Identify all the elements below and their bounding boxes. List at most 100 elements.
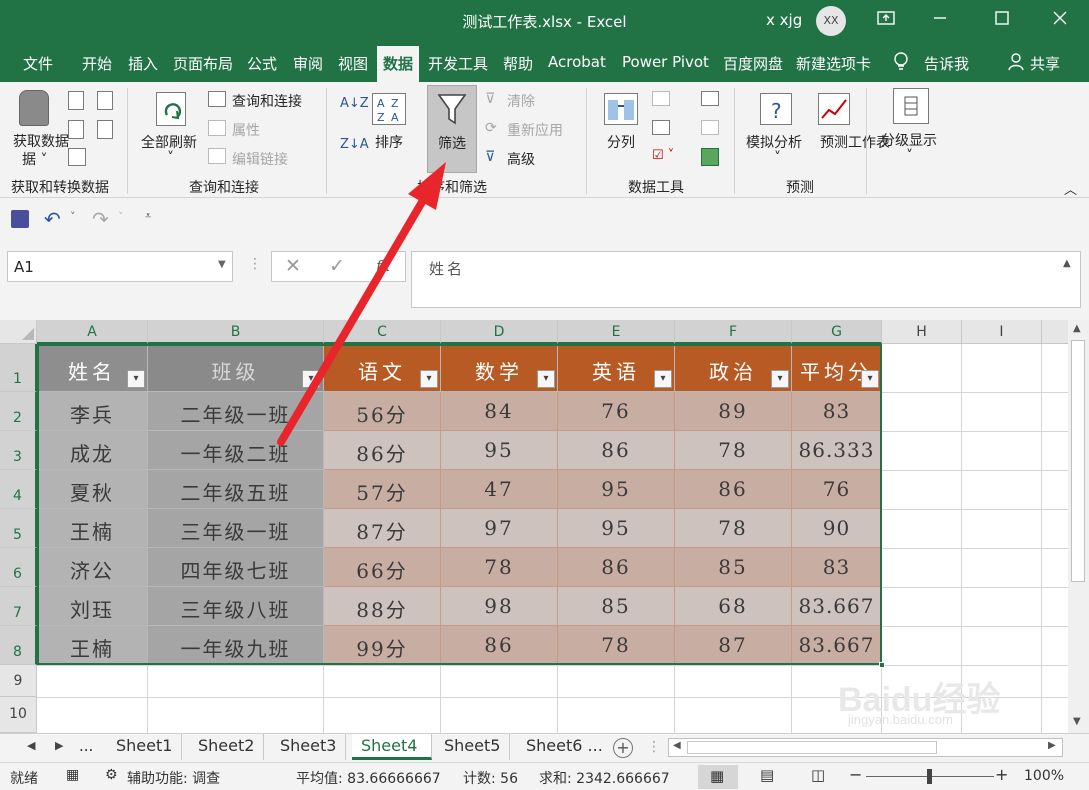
table-cell[interactable]: 86分 <box>324 431 441 470</box>
outline-dropdown[interactable]: ˅ <box>906 148 913 164</box>
table-cell[interactable]: 90 <box>792 509 882 548</box>
tab-baidu-netdisk[interactable]: 百度网盘 <box>723 53 783 74</box>
table-cell[interactable]: 一年级二班 <box>148 431 324 470</box>
formula-input[interactable]: 姓名 ▲ <box>411 251 1081 308</box>
queries-icon[interactable] <box>208 91 226 107</box>
tab-view[interactable]: 视图 <box>338 53 368 74</box>
person-icon[interactable] <box>1008 52 1026 76</box>
table-cell[interactable]: 76 <box>792 470 882 509</box>
fill-handle[interactable] <box>879 662 885 668</box>
table-cell[interactable]: 84 <box>441 392 558 431</box>
from-text-icon[interactable] <box>68 91 84 110</box>
page-layout-view-icon[interactable]: ▤ <box>760 766 774 784</box>
text-to-columns-button[interactable]: 分列 <box>607 132 635 152</box>
filter-dropdown-icon[interactable]: ▾ <box>861 370 879 388</box>
tab-review[interactable]: 审阅 <box>293 53 323 74</box>
zoom-in-icon[interactable]: + <box>995 765 1008 784</box>
scroll-up-icon[interactable]: ▲ <box>1073 323 1081 334</box>
get-data-button[interactable]: 获取数据 <box>13 131 69 151</box>
table-cell[interactable]: 四年级七班 <box>148 548 324 587</box>
table-cell[interactable]: 86.333 <box>792 431 882 470</box>
sheet-tab-active[interactable]: Sheet4 <box>352 734 432 760</box>
column-header-b[interactable]: B <box>148 320 324 344</box>
user-name[interactable]: x xjg <box>766 11 802 29</box>
page-break-view-icon[interactable]: ◫ <box>811 766 825 784</box>
table-cell[interactable]: 89 <box>675 392 792 431</box>
worksheet-grid[interactable]: A B C D E F G H I 1 2 3 4 5 6 7 8 9 10 姓… <box>0 320 1068 733</box>
tab-power-pivot[interactable]: Power Pivot <box>622 53 709 71</box>
text-to-columns-icon[interactable] <box>604 93 638 125</box>
table-cell[interactable]: 王楠 <box>37 626 148 665</box>
prev-sheet-icon[interactable]: ◀ <box>27 739 35 752</box>
row-header-7[interactable]: 7 <box>0 587 37 626</box>
add-sheet-icon[interactable]: + <box>613 738 633 758</box>
more-sheets-left[interactable]: ... <box>79 737 93 755</box>
remove-duplicates-icon[interactable] <box>652 120 670 135</box>
sort-asc-icon[interactable]: A↓Z <box>340 96 369 111</box>
insert-function-icon[interactable]: fx <box>376 257 390 275</box>
table-cell[interactable]: 86 <box>441 626 558 665</box>
sheet-tab[interactable]: Sheet6 ... <box>517 734 612 760</box>
vertical-scrollbar[interactable]: ▲ ▼ <box>1068 320 1089 733</box>
data-model-icon[interactable] <box>701 148 719 166</box>
sort-button[interactable]: 排序 <box>375 132 403 152</box>
table-cell[interactable]: 李兵 <box>37 392 148 431</box>
advanced-button[interactable]: 高级 <box>507 149 535 169</box>
tab-split-grip-icon[interactable]: ⋮ <box>647 739 661 755</box>
table-cell[interactable]: 87分 <box>324 509 441 548</box>
accessibility-icon[interactable]: ⚙ <box>105 767 118 783</box>
filter-dropdown-icon[interactable]: ▾ <box>127 370 145 388</box>
table-cell[interactable]: 三年级一班 <box>148 509 324 548</box>
table-cell[interactable]: 王楠 <box>37 509 148 548</box>
table-cell[interactable]: 99分 <box>324 626 441 665</box>
macro-record-icon[interactable]: ▦ <box>66 767 79 783</box>
table-cell[interactable]: 二年级五班 <box>148 470 324 509</box>
column-header-g[interactable]: G <box>792 320 882 344</box>
table-cell[interactable]: 76 <box>558 392 675 431</box>
from-table-icon[interactable] <box>68 120 84 139</box>
customize-qat-icon[interactable]: ⩡ <box>145 209 151 223</box>
recent-sources-icon[interactable] <box>97 120 113 139</box>
table-cell[interactable]: 78 <box>441 548 558 587</box>
table-cell[interactable]: 98 <box>441 587 558 626</box>
avatar[interactable]: XX <box>816 6 846 36</box>
cancel-icon[interactable]: ✕ <box>285 255 301 277</box>
share-button[interactable]: 共享 <box>1030 53 1060 74</box>
table-cell[interactable]: 78 <box>675 509 792 548</box>
tab-home[interactable]: 开始 <box>82 53 112 74</box>
status-count[interactable]: 计数: 56 <box>463 768 518 788</box>
table-cell[interactable]: 68 <box>675 587 792 626</box>
data-validation-icon[interactable]: ☑ ˅ <box>652 148 674 163</box>
zoom-level[interactable]: 100% <box>1024 768 1064 784</box>
lightbulb-icon[interactable] <box>892 51 910 75</box>
table-cell[interactable]: 三年级八班 <box>148 587 324 626</box>
table-cell[interactable]: 95 <box>558 470 675 509</box>
refresh-all-dropdown[interactable]: ˅ <box>167 150 174 166</box>
sheet-tab[interactable]: Sheet3 <box>271 734 347 760</box>
sheet-tab[interactable]: Sheet1 <box>107 734 183 760</box>
status-average[interactable]: 平均值: 83.66666667 <box>296 768 441 788</box>
refresh-all-button[interactable]: 全部刷新 <box>141 132 197 152</box>
row-header-5[interactable]: 5 <box>0 509 37 548</box>
forecast-icon[interactable] <box>818 93 850 125</box>
existing-connections-icon[interactable] <box>68 148 86 166</box>
next-sheet-icon[interactable]: ▶ <box>55 739 63 752</box>
filter-dropdown-icon[interactable]: ▾ <box>420 370 438 388</box>
table-cell[interactable]: 78 <box>558 626 675 665</box>
sheet-tab[interactable]: Sheet5 <box>435 734 511 760</box>
table-cell[interactable]: 57分 <box>324 470 441 509</box>
row-header-9[interactable]: 9 <box>0 665 37 697</box>
table-cell[interactable]: 夏秋 <box>37 470 148 509</box>
column-header-f[interactable]: F <box>675 320 792 344</box>
table-cell[interactable]: 86 <box>675 470 792 509</box>
name-box-dropdown-icon[interactable]: ▼ <box>218 259 226 270</box>
filter-dropdown-icon[interactable]: ▾ <box>654 370 672 388</box>
table-cell[interactable]: 一年级九班 <box>148 626 324 665</box>
undo-icon[interactable]: ↶ <box>44 207 61 231</box>
whatif-icon[interactable]: ? <box>760 93 792 125</box>
database-icon[interactable] <box>19 90 49 126</box>
table-cell[interactable]: 85 <box>558 587 675 626</box>
tab-acrobat[interactable]: Acrobat <box>548 53 606 71</box>
sheet-tab[interactable]: Sheet2 <box>189 734 265 760</box>
close-icon[interactable] <box>1040 6 1080 36</box>
